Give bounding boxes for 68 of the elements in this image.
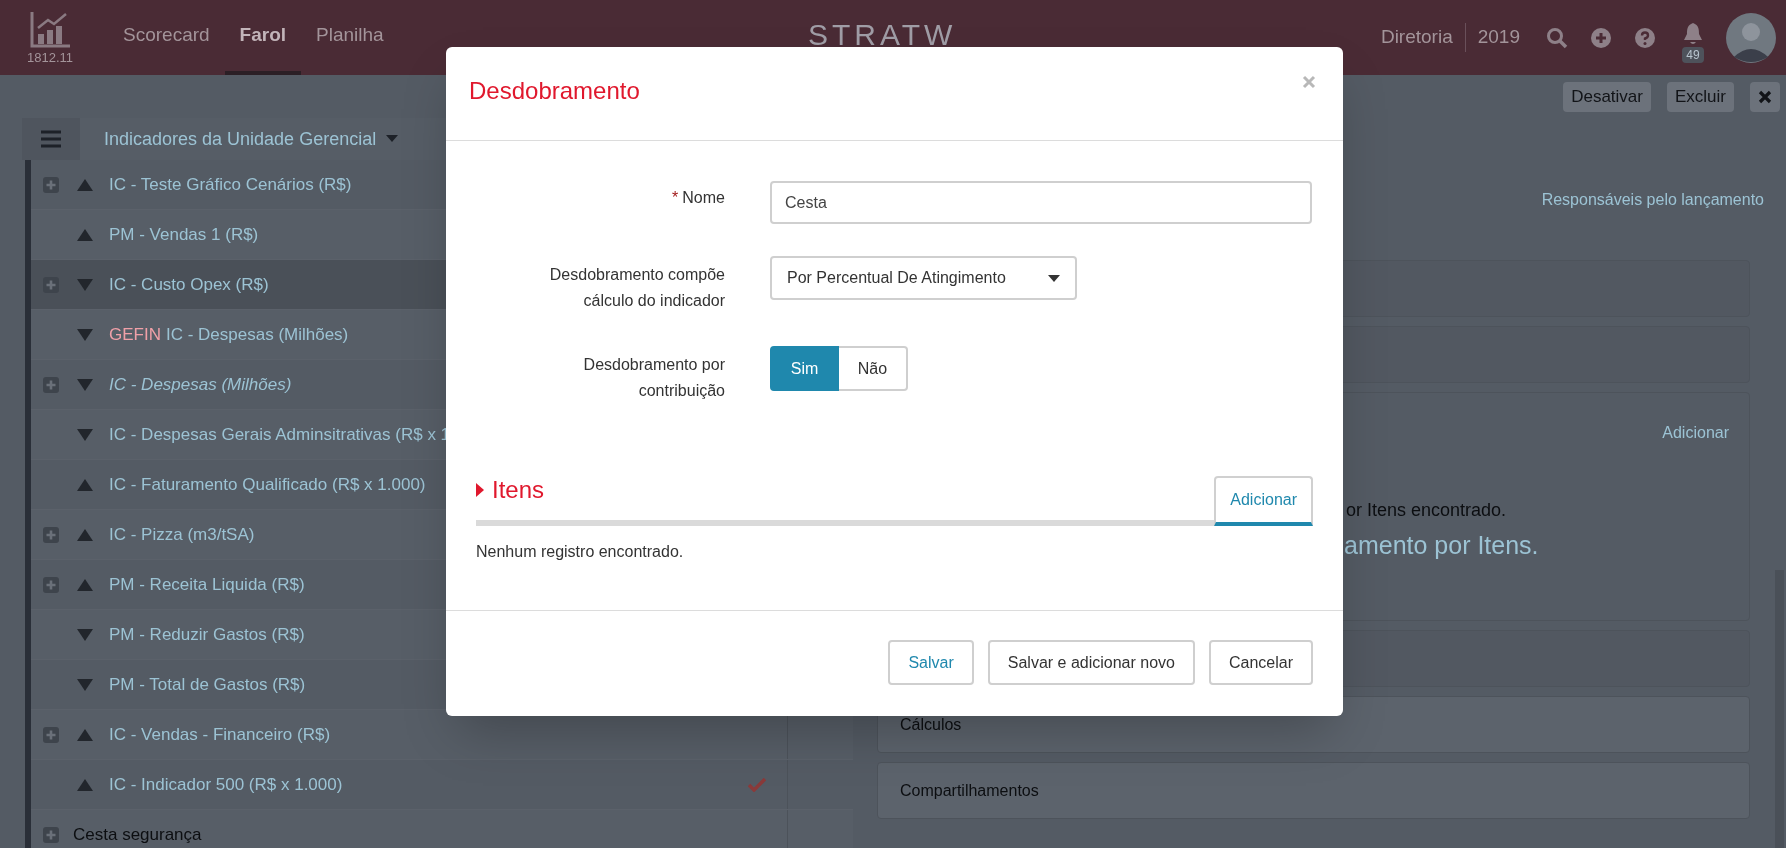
dialog-button[interactable]: Salvar	[888, 640, 974, 685]
chart-logo-icon	[28, 9, 72, 50]
toolbar-button[interactable]: Desativar	[1563, 81, 1651, 112]
expand-icon[interactable]	[43, 576, 59, 593]
empty-message: Nenhum registro encontrado.	[476, 542, 685, 562]
nav-tab[interactable]: Planilha	[301, 0, 399, 75]
indicator-name: IC - Teste Gráfico Cenários (R$)	[109, 173, 352, 196]
year-label[interactable]: 2019	[1465, 23, 1520, 52]
unit-label[interactable]: Diretoria	[1380, 23, 1466, 52]
expand-icon[interactable]	[43, 826, 59, 843]
help-icon[interactable]	[1634, 26, 1656, 49]
expand-icon[interactable]	[43, 526, 59, 543]
section-title: Compartilhamentos	[900, 780, 1039, 801]
dialog-button[interactable]: Cancelar	[1208, 640, 1313, 685]
nav-tab[interactable]: Scorecard	[108, 0, 225, 75]
list-dropdown[interactable]: Indicadores da Unidade Gerencial	[80, 118, 399, 160]
add-link[interactable]: Adicionar	[1662, 421, 1729, 445]
list-row[interactable]: IC - Indicador 500 (R$ x 1.000)	[31, 760, 853, 810]
indicator-name: Cesta segurança	[73, 823, 202, 846]
dialog-button[interactable]: Salvar e adicionar novo	[987, 640, 1195, 685]
toolbar-button[interactable]: Excluir	[1667, 81, 1734, 112]
caret-icon	[1048, 274, 1060, 282]
section-card[interactable]: Compartilhamentos	[877, 762, 1750, 819]
bell-icon[interactable]	[1682, 20, 1704, 45]
close-icon	[1758, 89, 1772, 104]
nav-tab[interactable]: Farol	[224, 0, 302, 75]
add-icon[interactable]	[1590, 26, 1612, 49]
expand-arrow-icon[interactable]	[476, 483, 484, 497]
indicator-name: IC - Vendas - Financeiro (R$)	[109, 723, 331, 746]
section-title: Cálculos	[900, 714, 962, 735]
link[interactable]: Responsáveis pelo lançamento	[1541, 190, 1764, 210]
indicator-name: PM - Vendas 1 (R$)	[109, 223, 259, 246]
expand-icon[interactable]	[43, 726, 59, 743]
menu-button[interactable]	[22, 118, 80, 160]
tag-label: GEFIN	[109, 323, 161, 346]
toggle-option[interactable]: Sim	[770, 346, 839, 391]
empty-message: or Itens encontrado.	[1346, 499, 1507, 522]
expand-icon[interactable]	[43, 176, 59, 193]
menu-icon	[40, 130, 62, 148]
indicator-name: IC - Faturamento Qualificado (R$ x 1.000)	[109, 473, 426, 496]
field-label: * Nome	[671, 188, 725, 208]
indicator-name: PM - Total de Gastos (R$)	[109, 673, 306, 696]
empty-action-text[interactable]: amento por Itens.	[1344, 527, 1539, 565]
indicator-name: IC - Pizza (m3/tSA)	[109, 523, 255, 546]
brand-logo: STRATW	[808, 17, 957, 53]
indicator-name: IC - Custo Opex (R$)	[109, 273, 269, 296]
name-input[interactable]: Cesta	[770, 181, 1312, 224]
indicator-name: IC - Indicador 500 (R$ x 1.000)	[109, 773, 343, 796]
notification-count: 49	[1682, 46, 1704, 63]
close-icon	[1302, 75, 1316, 89]
expand-icon[interactable]	[43, 376, 59, 393]
caret-icon	[386, 135, 399, 143]
indicator-name: PM - Reduzir Gastos (R$)	[109, 623, 305, 646]
field-label: Desdobramento compõe cálculo do indicador	[548, 265, 725, 311]
indicator-name: IC - Despesas (Milhões)	[109, 373, 292, 396]
indicator-name: PM - Receita Liquida (R$)	[109, 573, 305, 596]
toggle-option[interactable]: Não	[839, 346, 908, 391]
indicator-name: IC - Despesas (Milhões)	[165, 323, 349, 346]
expand-icon[interactable]	[43, 276, 59, 293]
add-tab[interactable]: Adicionar	[1214, 476, 1313, 526]
search-icon[interactable]	[1546, 26, 1568, 49]
version-label: 1812.11	[27, 49, 73, 66]
section-title: Itens	[492, 475, 545, 505]
dialog-title: Desdobramento	[469, 76, 640, 106]
close-button[interactable]	[1750, 81, 1780, 112]
avatar[interactable]	[1726, 12, 1776, 63]
close-button[interactable]	[1302, 75, 1316, 89]
select-dropdown[interactable]: Por Percentual De Atingimento	[770, 256, 1077, 300]
